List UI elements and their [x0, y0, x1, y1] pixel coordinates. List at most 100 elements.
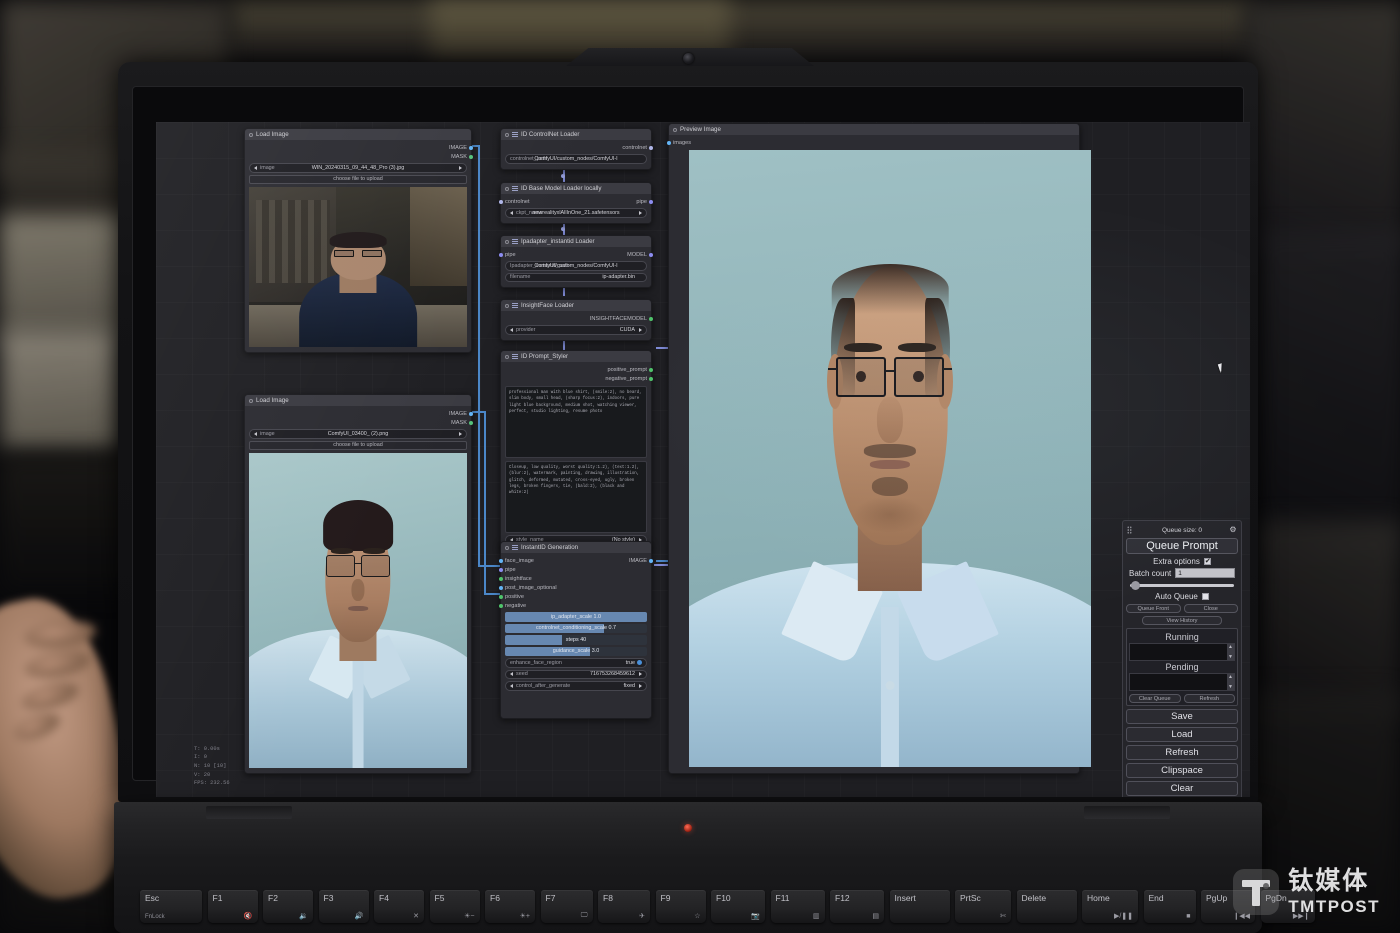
- key-f6[interactable]: F6☀+: [485, 890, 535, 923]
- key-end[interactable]: End■: [1144, 890, 1196, 923]
- output-pin-mask[interactable]: [469, 421, 473, 425]
- queue-panel-header[interactable]: Queue size: 0 ⚙: [1126, 524, 1238, 536]
- widget-ckpt-name[interactable]: ckpt_name newrealityxlAllInOne_21.safete…: [505, 208, 647, 218]
- key-f11[interactable]: F11▥: [771, 890, 825, 923]
- node-id-prompt-styler[interactable]: ID Prompt_Styler positive_prompt negativ…: [500, 350, 652, 551]
- input-pin-face-image[interactable]: [499, 559, 503, 563]
- queue-front-button[interactable]: Queue Front: [1126, 604, 1181, 613]
- drag-handle-icon[interactable]: [1127, 526, 1132, 534]
- chevron-right-icon[interactable]: [639, 672, 642, 676]
- widget-image-select[interactable]: image ComfyUI_03400_ (2).png: [249, 429, 467, 439]
- chevron-left-icon[interactable]: [254, 166, 257, 170]
- key-f2[interactable]: F2🔉: [263, 890, 313, 923]
- collapse-icon[interactable]: [505, 240, 509, 244]
- chevron-right-icon[interactable]: [639, 211, 642, 215]
- node-title-bar[interactable]: Ipadapter_instantid Loader: [501, 236, 651, 247]
- input-pin-pipe[interactable]: [499, 568, 503, 572]
- running-list[interactable]: ▲▼: [1129, 643, 1235, 661]
- output-pin-positive-prompt[interactable]: [649, 368, 653, 372]
- slot-pipe-in[interactable]: pipe MODEL: [505, 250, 647, 259]
- running-scrollbar[interactable]: ▲▼: [1227, 644, 1234, 660]
- slider-controlnet-conditioning-scale[interactable]: controlnet_conditioning_scale 0.7: [505, 624, 647, 634]
- key-prtsc[interactable]: PrtSc✄: [955, 890, 1011, 923]
- info-icon[interactable]: [637, 660, 642, 665]
- key-f4[interactable]: F4✕: [374, 890, 424, 923]
- chevron-right-icon[interactable]: [639, 684, 642, 688]
- batch-count-row[interactable]: Batch count 1: [1126, 568, 1238, 578]
- output-pin-mask[interactable]: [469, 155, 473, 159]
- output-pin-image[interactable]: [469, 146, 473, 150]
- output-pin-image[interactable]: [649, 559, 653, 563]
- output-pin-insightfacemodel[interactable]: [649, 317, 653, 321]
- key-delete[interactable]: Delete: [1017, 890, 1077, 923]
- node-instantid-generation[interactable]: InstantID Generation face_image IMAGE: [500, 541, 652, 719]
- widget-ipadapter-path[interactable]: Ipadapter_instantid_path ComfyUI/custom_…: [505, 261, 647, 271]
- slider-ip-adapter-scale[interactable]: ip_adapter_scale 1.0: [505, 612, 647, 622]
- key-f5[interactable]: F5☀−: [430, 890, 480, 923]
- gear-icon[interactable]: ⚙: [1229, 526, 1237, 534]
- slot-insightfacemodel-out[interactable]: INSIGHTFACEMODEL: [505, 314, 647, 323]
- function-key-row[interactable]: EscFnLockF1🔇F2🔉F3🔊F4✕F5☀−F6☀+F7🖵F8✈F9☆F1…: [140, 890, 1315, 923]
- key-esc[interactable]: EscFnLock: [140, 890, 202, 923]
- clipspace-button[interactable]: Clipspace: [1126, 763, 1238, 778]
- collapse-icon[interactable]: [673, 128, 677, 132]
- node-title-bar[interactable]: InstantID Generation: [501, 542, 651, 553]
- slot-negative-prompt-out[interactable]: negative_prompt: [505, 374, 647, 383]
- refresh-button[interactable]: Refresh: [1126, 745, 1238, 760]
- key-f7[interactable]: F7🖵: [541, 890, 593, 923]
- save-button[interactable]: Save: [1126, 709, 1238, 724]
- collapse-icon[interactable]: [505, 304, 509, 308]
- collapse-icon[interactable]: [505, 355, 509, 359]
- positive-prompt-textarea[interactable]: professional man with blue shirt, (smile…: [505, 386, 647, 458]
- widget-filename[interactable]: filename ip-adapter.bin: [505, 273, 647, 283]
- key-f10[interactable]: F10📷: [711, 890, 765, 923]
- output-pin-model[interactable]: [649, 253, 653, 257]
- widget-seed[interactable]: seed 716753268459612: [505, 670, 647, 680]
- key-f12[interactable]: F12▤: [830, 890, 884, 923]
- slider-steps[interactable]: steps 40: [505, 635, 647, 645]
- load-button[interactable]: Load: [1126, 727, 1238, 742]
- chevron-right-icon[interactable]: [459, 432, 462, 436]
- input-pin-insightface[interactable]: [499, 577, 503, 581]
- output-pin-controlnet[interactable]: [649, 146, 653, 150]
- node-ipadapter-instantid-loader[interactable]: Ipadapter_instantid Loader pipe MODEL Ip…: [500, 235, 652, 288]
- node-title-bar[interactable]: ID ControlNet Loader: [501, 129, 651, 140]
- chevron-left-icon[interactable]: [510, 672, 513, 676]
- key-f1[interactable]: F1🔇: [208, 890, 258, 923]
- chevron-left-icon[interactable]: [254, 432, 257, 436]
- input-pin-positive[interactable]: [499, 595, 503, 599]
- queue-prompt-button[interactable]: Queue Prompt: [1126, 538, 1238, 554]
- slot-mask-out[interactable]: MASK: [249, 152, 467, 161]
- collapse-icon[interactable]: [505, 187, 509, 191]
- toggle-enhance-face-region[interactable]: enhance_face_region true: [505, 658, 647, 668]
- slot-post-image-optional-in[interactable]: post_image_optional: [505, 583, 647, 592]
- node-load-image-2[interactable]: Load Image IMAGE MASK: [244, 394, 472, 774]
- input-pin-controlnet[interactable]: [499, 200, 503, 204]
- clear-queue-button[interactable]: Clear Queue: [1129, 694, 1181, 703]
- slot-insightface-in[interactable]: insightface: [505, 574, 647, 583]
- node-title-bar[interactable]: ID Prompt_Styler: [501, 351, 651, 362]
- node-id-base-model-loader[interactable]: ID Base Model Loader locally controlnet …: [500, 182, 652, 224]
- slot-mask-out[interactable]: MASK: [249, 418, 467, 427]
- refresh-queue-button[interactable]: Refresh: [1184, 694, 1236, 703]
- node-id-controlnet-loader[interactable]: ID ControlNet Loader controlnet controln…: [500, 128, 652, 170]
- key-f3[interactable]: F3🔊: [319, 890, 369, 923]
- scroll-down-icon[interactable]: ▼: [1228, 684, 1233, 690]
- input-pin-images[interactable]: [667, 141, 671, 145]
- node-load-image-1[interactable]: Load Image IMAGE MASK: [244, 128, 472, 353]
- widget-control-after-generate[interactable]: control_after_generate fixed: [505, 681, 647, 691]
- node-preview-image[interactable]: Preview Image images: [668, 123, 1080, 774]
- comfyui-canvas[interactable]: Load Image IMAGE MASK: [156, 122, 1250, 797]
- output-pin-negative-prompt[interactable]: [649, 377, 653, 381]
- slot-negative-in[interactable]: negative: [505, 601, 647, 610]
- collapse-icon[interactable]: [249, 133, 253, 137]
- input-pin-negative[interactable]: [499, 604, 503, 608]
- node-title-bar[interactable]: Preview Image: [669, 124, 1079, 135]
- input-pin-post-image-optional[interactable]: [499, 586, 503, 590]
- extra-options-row[interactable]: Extra options: [1126, 557, 1238, 566]
- slot-positive-prompt-out[interactable]: positive_prompt: [505, 365, 647, 374]
- view-history-button[interactable]: View History: [1142, 616, 1222, 625]
- key-f9[interactable]: F9☆: [656, 890, 706, 923]
- upload-button[interactable]: choose file to upload: [249, 175, 467, 185]
- slot-positive-in[interactable]: positive: [505, 592, 647, 601]
